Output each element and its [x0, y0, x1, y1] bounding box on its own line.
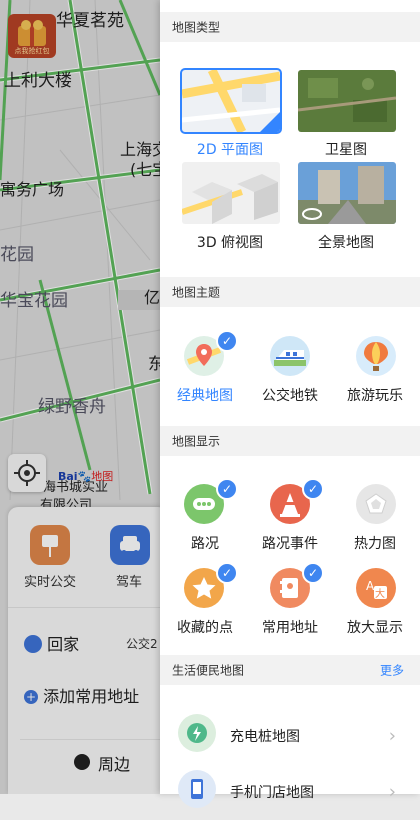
map-type-panorama-label: 全景地图: [318, 235, 374, 251]
section-header-life-map: 生活便民地图 更多: [160, 655, 420, 685]
life-charging-label: 充电桩地图: [230, 729, 300, 745]
display-heatmap-label: 热力图: [354, 536, 396, 552]
checked-icon: ✓: [302, 562, 324, 584]
panorama-thumbnail: [298, 162, 396, 224]
dim-overlay[interactable]: [0, 0, 160, 794]
display-common-address-button[interactable]: ✓: [270, 562, 324, 608]
section-title: 生活便民地图: [172, 663, 245, 678]
svg-text:大: 大: [375, 587, 385, 600]
section-title: 地图显示: [172, 434, 221, 449]
checked-icon: ✓: [216, 562, 238, 584]
display-enlarge-label: 放大显示: [347, 620, 403, 636]
map-view[interactable]: 点我抢红包 华夏茗苑 上利大楼 上海交 (七宝 寓务广场 花园 华宝花园 亿 东…: [0, 0, 160, 794]
checked-icon: ✓: [302, 478, 324, 500]
life-phone-store-row[interactable]: 手机门店地图 ›: [160, 764, 420, 820]
map-type-2d[interactable]: ✓: [180, 68, 282, 134]
display-traffic-button[interactable]: ✓: [184, 478, 238, 524]
svg-text:A: A: [366, 579, 375, 593]
display-heatmap-button[interactable]: [356, 484, 396, 524]
theme-classic-button[interactable]: ✓: [184, 330, 238, 376]
charging-pile-icon: [178, 714, 216, 752]
life-charging-row[interactable]: 充电桩地图 ›: [160, 708, 420, 764]
map-type-3d[interactable]: [182, 162, 280, 224]
display-traffic-event-button[interactable]: ✓: [270, 478, 324, 524]
map-type-satellite-label: 卫星图: [325, 142, 367, 158]
map-type-2d-label: 2D 平面图: [196, 142, 264, 158]
life-phone-store-label: 手机门店地图: [230, 785, 314, 801]
more-link[interactable]: 更多: [380, 662, 404, 679]
checked-icon: ✓: [216, 330, 238, 352]
enlarge-text-icon: A 大: [366, 579, 387, 600]
theme-classic-label: 经典地图: [177, 388, 233, 404]
theme-transit-label: 公交地铁: [262, 388, 318, 404]
section-header-map-display: 地图显示: [160, 426, 420, 456]
chevron-right-icon: ›: [388, 725, 396, 747]
theme-transit-button[interactable]: [270, 336, 310, 376]
display-enlarge-button[interactable]: A 大: [356, 568, 396, 608]
display-favorites-button[interactable]: ✓: [184, 562, 238, 608]
satellite-thumbnail: [298, 70, 396, 132]
subway-train-icon: [274, 350, 306, 366]
theme-travel-button[interactable]: [356, 336, 396, 376]
checked-icon: ✓: [216, 478, 238, 500]
hot-air-balloon-icon: [364, 342, 388, 371]
phone-store-icon: [178, 770, 216, 808]
display-traffic-event-label: 路况事件: [262, 536, 318, 552]
selected-check-icon: ✓: [260, 112, 280, 132]
theme-travel-label: 旅游玩乐: [347, 388, 403, 404]
chevron-right-icon: ›: [388, 781, 396, 803]
display-common-address-label: 常用地址: [262, 620, 318, 636]
map-type-satellite[interactable]: [298, 70, 396, 132]
3d-map-thumbnail: [182, 162, 280, 224]
section-title: 地图主题: [172, 285, 221, 300]
map-type-3d-label: 3D 俯视图: [196, 235, 264, 251]
section-header-map-type: 地图类型: [160, 12, 420, 42]
heatmap-pentagon-icon: [365, 493, 387, 514]
display-favorites-label: 收藏的点: [177, 620, 233, 636]
display-traffic-label: 路况: [191, 536, 219, 552]
section-header-map-theme: 地图主题: [160, 277, 420, 307]
map-type-panorama[interactable]: [298, 162, 396, 224]
map-settings-panel: 地图类型 ✓ 2D 平面图 卫星图 3D 俯视图: [160, 0, 420, 808]
section-title: 地图类型: [172, 20, 221, 35]
